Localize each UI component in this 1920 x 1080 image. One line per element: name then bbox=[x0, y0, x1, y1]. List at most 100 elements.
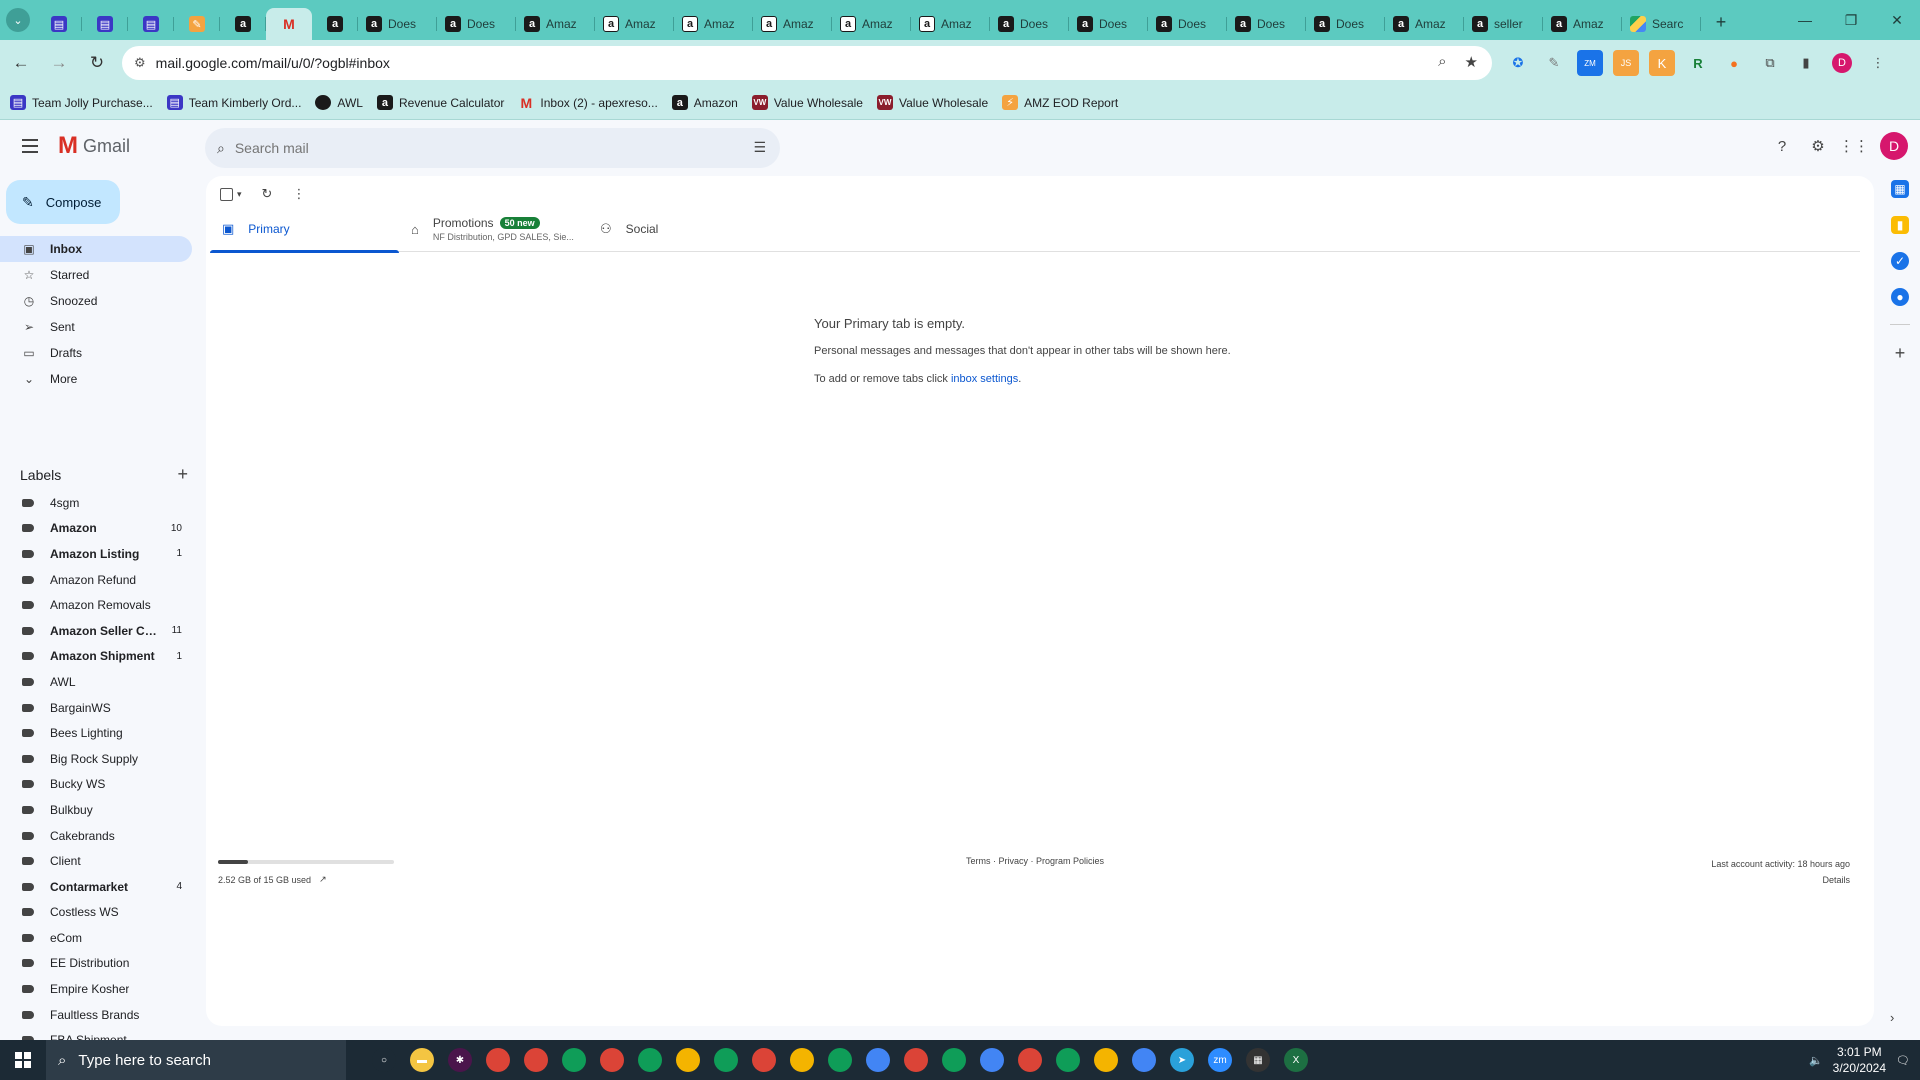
sidebar-item-more[interactable]: ⌄ More bbox=[0, 366, 192, 392]
inbox-settings-link[interactable]: inbox settings bbox=[951, 373, 1018, 385]
bookmark-item[interactable]: VW Value Wholesale bbox=[876, 95, 988, 110]
apps-grid-icon[interactable]: ⋮⋮ bbox=[1839, 136, 1869, 156]
settings-gear-icon[interactable]: ⚙ bbox=[1808, 136, 1828, 156]
forward-button[interactable]: → bbox=[42, 46, 76, 80]
bookmark-item[interactable]: a Amazon bbox=[671, 95, 738, 110]
details-link[interactable]: Details bbox=[1711, 872, 1850, 888]
browser-tab[interactable]: a Amaz bbox=[516, 8, 595, 40]
label-item[interactable]: Faultless Brands bbox=[0, 1002, 192, 1028]
label-item[interactable]: Bulkbuy bbox=[0, 797, 192, 823]
browser-tab[interactable]: a Does bbox=[437, 8, 516, 40]
browser-tab[interactable]: a Does bbox=[1069, 8, 1148, 40]
browser-tab[interactable]: a bbox=[312, 8, 358, 40]
restore-icon[interactable]: ❐ bbox=[1828, 0, 1874, 40]
browser-tab[interactable]: Searc bbox=[1622, 8, 1701, 40]
open-external-icon[interactable]: ↗ bbox=[319, 874, 327, 885]
browser-tab[interactable]: ✎ bbox=[174, 8, 220, 40]
label-item[interactable]: Client bbox=[0, 848, 192, 874]
taskbar-search[interactable]: ⌕ Type here to search bbox=[46, 1040, 346, 1080]
label-item[interactable]: eCom bbox=[0, 925, 192, 951]
browser-menu-icon[interactable]: ⋮ bbox=[1865, 50, 1891, 76]
search-options-icon[interactable]: ☰ bbox=[753, 139, 766, 156]
reload-button[interactable]: ↻ bbox=[80, 46, 114, 80]
address-bar[interactable]: ⚙ mail.google.com/mail/u/0/?ogbl#inbox ⌕… bbox=[122, 46, 1492, 80]
browser-tab[interactable]: ▤ bbox=[36, 8, 82, 40]
chrome-icon[interactable] bbox=[942, 1048, 966, 1072]
bookmark-item[interactable]: VW Value Wholesale bbox=[751, 95, 863, 110]
bookmark-item[interactable]: a Revenue Calculator bbox=[376, 95, 504, 110]
tasks-icon[interactable]: ✓ bbox=[1891, 252, 1909, 270]
keep-icon[interactable]: ▮ bbox=[1891, 216, 1909, 234]
browser-tab[interactable]: a Does bbox=[1306, 8, 1385, 40]
zoom-icon[interactable]: ⌕ bbox=[1438, 53, 1446, 71]
extension-pen-icon[interactable]: ✎ bbox=[1541, 50, 1567, 76]
extension-keepa-icon[interactable]: K bbox=[1649, 50, 1675, 76]
chrome-icon[interactable] bbox=[1132, 1048, 1156, 1072]
extension-js-icon[interactable]: JS bbox=[1613, 50, 1639, 76]
profile-avatar[interactable]: D bbox=[1829, 50, 1855, 76]
browser-tab[interactable]: ▤ bbox=[82, 8, 128, 40]
chrome-icon[interactable] bbox=[752, 1048, 776, 1072]
label-item[interactable]: Empire Kosher bbox=[0, 976, 192, 1002]
bookmark-item[interactable]: AWL bbox=[315, 95, 363, 110]
cortana-icon[interactable]: ○ bbox=[372, 1048, 396, 1072]
browser-tab[interactable]: a Amaz bbox=[753, 8, 832, 40]
chrome-icon[interactable] bbox=[600, 1048, 624, 1072]
label-item[interactable]: Amazon Removals bbox=[0, 592, 192, 618]
label-item[interactable]: Amazon Shipment 1 bbox=[0, 644, 192, 670]
label-item[interactable]: Big Rock Supply bbox=[0, 746, 192, 772]
tab-primary[interactable]: ▣ Primary bbox=[210, 206, 399, 253]
speaker-icon[interactable]: 🔈 bbox=[1809, 1054, 1823, 1067]
label-item[interactable]: Bucky WS bbox=[0, 772, 192, 798]
label-item[interactable]: Contarmarket 4 bbox=[0, 874, 192, 900]
chrome-icon[interactable] bbox=[790, 1048, 814, 1072]
chrome-icon[interactable] bbox=[1056, 1048, 1080, 1072]
back-button[interactable]: ← bbox=[4, 46, 38, 80]
slack-icon[interactable]: ✱ bbox=[448, 1048, 472, 1072]
label-item[interactable]: AWL bbox=[0, 669, 192, 695]
refresh-icon[interactable]: ↻ bbox=[262, 186, 273, 202]
browser-tab[interactable]: a Amaz bbox=[674, 8, 753, 40]
start-button[interactable] bbox=[0, 1040, 46, 1080]
browser-tab[interactable]: a Does bbox=[1227, 8, 1306, 40]
sidebar-item-inbox[interactable]: ▣ Inbox bbox=[0, 236, 192, 262]
clock[interactable]: 3:01 PM 3/20/2024 bbox=[1833, 1044, 1886, 1076]
search-icon[interactable]: ⌕ bbox=[217, 140, 225, 157]
bookmark-item[interactable]: M Inbox (2) - apexreso... bbox=[518, 95, 658, 111]
label-item[interactable]: Amazon Listing 1 bbox=[0, 541, 192, 567]
zoom-icon[interactable]: zm bbox=[1208, 1048, 1232, 1072]
browser-tab[interactable]: a Amaz bbox=[595, 8, 674, 40]
more-options-icon[interactable]: ⋮ bbox=[292, 186, 305, 202]
chrome-icon[interactable] bbox=[486, 1048, 510, 1072]
minimize-icon[interactable]: — bbox=[1782, 0, 1828, 40]
chrome-icon[interactable] bbox=[828, 1048, 852, 1072]
calculator-icon[interactable]: ▦ bbox=[1246, 1048, 1270, 1072]
browser-tab[interactable]: M bbox=[266, 8, 312, 40]
side-panel-icon[interactable]: ▮ bbox=[1793, 50, 1819, 76]
hide-panel-icon[interactable]: › bbox=[1890, 1010, 1894, 1025]
help-icon[interactable]: ? bbox=[1772, 136, 1792, 156]
chrome-icon[interactable] bbox=[638, 1048, 662, 1072]
calendar-icon[interactable]: ▦ bbox=[1891, 180, 1909, 198]
bookmark-item[interactable]: ▤ Team Jolly Purchase... bbox=[10, 95, 153, 110]
close-icon[interactable]: ✕ bbox=[1874, 0, 1920, 40]
new-tab-button[interactable]: + bbox=[1705, 6, 1737, 38]
browser-tab[interactable]: a Does bbox=[358, 8, 437, 40]
browser-tab[interactable]: ▤ bbox=[128, 8, 174, 40]
browser-tab[interactable]: a Amaz bbox=[911, 8, 990, 40]
chrome-icon[interactable] bbox=[676, 1048, 700, 1072]
chrome-icon[interactable] bbox=[980, 1048, 1004, 1072]
bookmark-star-icon[interactable]: ★ bbox=[1465, 53, 1478, 71]
select-checkbox[interactable]: ▾ bbox=[220, 187, 242, 201]
label-item[interactable]: Bees Lighting bbox=[0, 720, 192, 746]
browser-tab[interactable]: a Does bbox=[990, 8, 1069, 40]
bookmark-item[interactable]: ▤ Team Kimberly Ord... bbox=[166, 95, 301, 110]
label-item[interactable]: Cakebrands bbox=[0, 823, 192, 849]
label-item[interactable]: FBA Shipment bbox=[0, 1027, 192, 1040]
sidebar-item-sent[interactable]: ➢ Sent bbox=[0, 314, 192, 340]
label-item[interactable]: Amazon Refund bbox=[0, 567, 192, 593]
gmail-logo[interactable]: M Gmail bbox=[58, 132, 130, 160]
browser-tab[interactable]: a Amaz bbox=[832, 8, 911, 40]
bookmark-item[interactable]: ⚡ AMZ EOD Report bbox=[1002, 95, 1118, 110]
sidebar-item-starred[interactable]: ☆ Starred bbox=[0, 262, 192, 288]
